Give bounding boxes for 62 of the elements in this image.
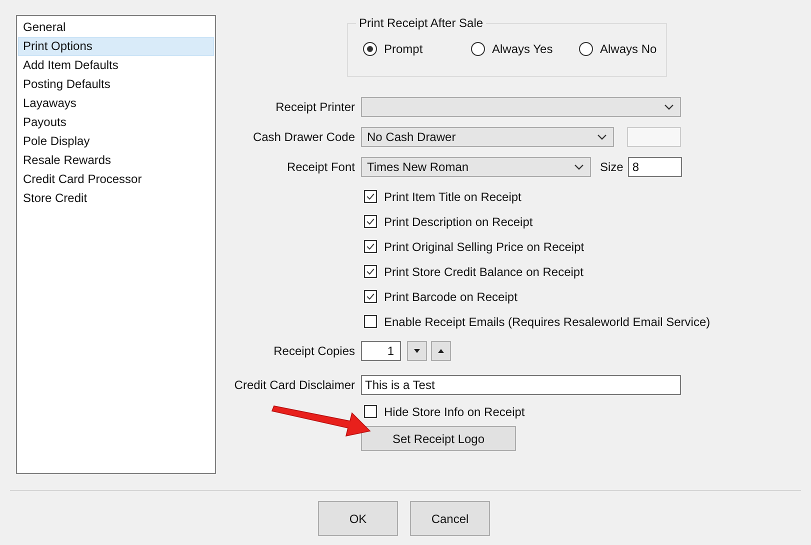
field-label: Receipt Printer: [274, 100, 355, 114]
checkbox-option[interactable]: Enable Receipt Emails (Requires Resaleworld Email Service): [364, 309, 780, 334]
checkbox[interactable]: [364, 315, 377, 328]
checkbox-option[interactable]: Hide Store Info on Receipt: [364, 399, 780, 424]
field-label: Cash Drawer Code: [252, 130, 355, 144]
checkbox-option[interactable]: Print Item Title on Receipt: [364, 184, 780, 209]
checkbox-option[interactable]: Print Barcode on Receipt: [364, 284, 780, 309]
checkbox[interactable]: [364, 290, 377, 303]
checkbox[interactable]: [364, 405, 377, 418]
decrement-button[interactable]: [407, 341, 427, 361]
checkbox[interactable]: [364, 265, 377, 278]
font-dropdown[interactable]: Times New Roman: [361, 157, 591, 177]
chevron-icon: [574, 164, 584, 170]
list-item[interactable]: Payouts: [18, 113, 214, 132]
set-logo-button[interactable]: Set Receipt Logo: [361, 426, 516, 451]
chevron-icon: [597, 134, 607, 140]
list-item[interactable]: Store Credit: [18, 189, 214, 208]
cash-drawer-dropdown[interactable]: No Cash Drawer: [361, 127, 614, 147]
checkbox-label: Print Description on Receipt: [384, 214, 533, 228]
checkbox-label: Hide Store Info on Receipt: [384, 404, 525, 418]
checkbox[interactable]: [364, 240, 377, 253]
radio-button[interactable]: [363, 42, 377, 56]
up-triangle-icon: [438, 349, 444, 353]
list-item[interactable]: Credit Card Processor: [18, 170, 214, 189]
checkbox-label: Print Item Title on Receipt: [384, 190, 522, 204]
radio-option[interactable]: Prompt: [363, 42, 471, 56]
list-item[interactable]: Add Item Defaults: [18, 56, 214, 75]
dialog-button[interactable]: Cancel: [410, 501, 490, 536]
list-item[interactable]: Print Options: [18, 37, 214, 56]
list-item[interactable]: General: [18, 18, 214, 37]
radio-button[interactable]: [579, 42, 593, 56]
field-label: Receipt Font: [286, 160, 355, 174]
checkbox-option[interactable]: Print Store Credit Balance on Receipt: [364, 259, 780, 284]
radio-button[interactable]: [471, 42, 485, 56]
radio-label: Always No: [600, 42, 657, 56]
list-item[interactable]: Resale Rewards: [18, 151, 214, 170]
radio-label: Always Yes: [492, 42, 553, 56]
radio-label: Prompt: [384, 42, 423, 56]
checkbox-label: Enable Receipt Emails (Requires Resaleworld Email Service): [384, 314, 710, 328]
disclaimer-field[interactable]: This is a Test: [361, 375, 681, 395]
group-title: Print Receipt After Sale: [356, 16, 486, 30]
radio-option[interactable]: Always Yes: [471, 42, 579, 56]
checkbox-label: Print Original Selling Price on Receipt: [384, 240, 584, 254]
list-item[interactable]: Posting Defaults: [18, 75, 214, 94]
field-label: Size: [600, 160, 624, 174]
checkbox-label: Print Store Credit Balance on Receipt: [384, 264, 584, 278]
checkbox[interactable]: [364, 215, 377, 228]
field-label: Credit Card Disclaimer: [233, 378, 355, 392]
dialog-button[interactable]: OK: [318, 501, 398, 536]
radio-option[interactable]: Always No: [579, 42, 657, 56]
down-triangle-icon: [414, 349, 420, 353]
checkbox[interactable]: [364, 190, 377, 203]
copies-field[interactable]: 1: [361, 341, 401, 361]
checkbox-option[interactable]: Print Description on Receipt: [364, 209, 780, 234]
list-item[interactable]: Pole Display: [18, 132, 214, 151]
field-label: Receipt Copies: [272, 344, 355, 358]
chevron-icon: [664, 104, 674, 110]
list-item[interactable]: Layaways: [18, 94, 214, 113]
checkbox-label: Print Barcode on Receipt: [384, 290, 518, 304]
size-field[interactable]: 8: [628, 157, 682, 177]
increment-button[interactable]: [431, 341, 451, 361]
checkbox-option[interactable]: Print Original Selling Price on Receipt: [364, 234, 780, 259]
